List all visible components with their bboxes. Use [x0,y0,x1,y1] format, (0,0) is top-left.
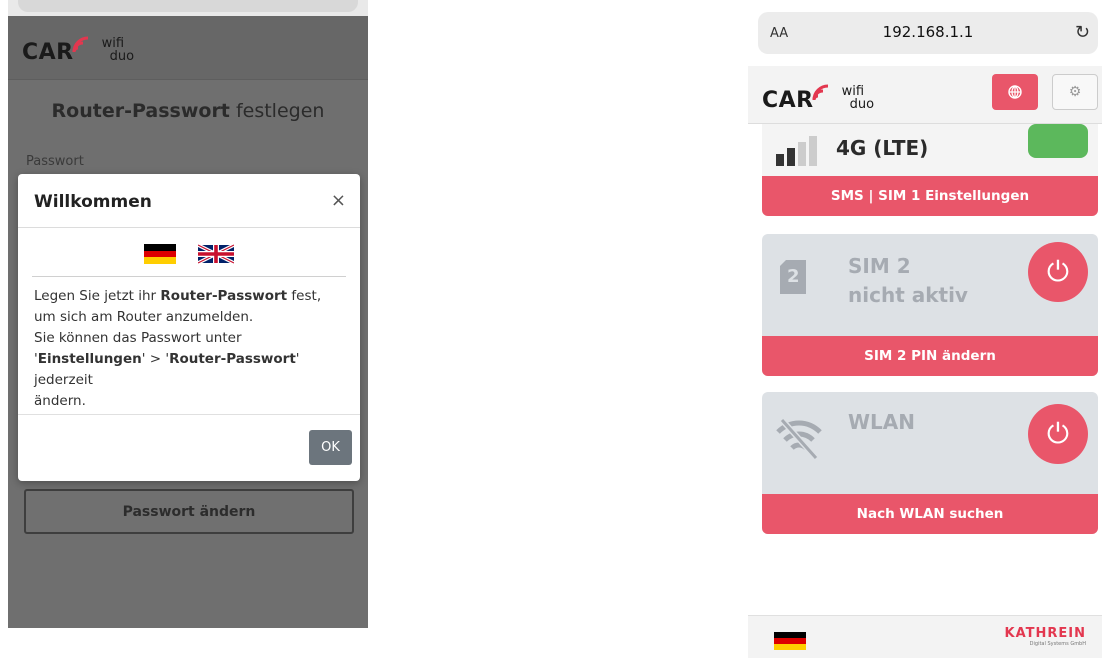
wifi-off-icon [776,417,822,461]
divider [32,276,346,277]
gear-icon: ⚙ [1068,84,1082,100]
german-flag-icon[interactable] [144,244,176,265]
divider [18,227,360,228]
browser-bar-remnant [8,0,368,16]
settings-button[interactable]: ⚙ [1052,74,1098,110]
language-button[interactable] [992,74,1038,110]
carwifi-logo: CAR wifi duo [22,36,135,65]
wlan-card: WLAN ⏻ Nach WLAN suchen [762,392,1098,534]
wlan-title: WLAN [848,410,916,434]
close-icon[interactable]: × [331,190,346,211]
language-flags [144,244,234,265]
sim-number: 2 [787,266,800,287]
sim2-power-button[interactable]: ⏻ [1028,242,1088,302]
power-icon: ⏻ [1046,255,1070,288]
url-text[interactable]: 192.168.1.1 [758,23,1098,41]
ok-button[interactable]: OK [309,430,352,465]
sim2-title: SIM 2 nicht aktiv [848,254,968,307]
uk-flag-icon[interactable] [198,244,234,264]
password-label: Passwort [26,154,84,169]
right-phone-screen: AA 192.168.1.1 ↻ 4G (LTE) SMS | SIM 1 Ei… [748,0,1102,658]
app-header: CAR wifi duo [8,16,368,80]
carwifi-logo: CAR wifi duo [762,84,875,113]
browser-address-bar[interactable]: AA 192.168.1.1 ↻ [758,12,1098,54]
sim2-pin-change-button[interactable]: SIM 2 PIN ändern [762,336,1098,376]
modal-body: Legen Sie jetzt ihr Router-Passwort fest… [34,288,322,409]
divider [18,414,360,415]
wifi-waves-icon [812,84,828,101]
wlan-power-button[interactable]: ⏻ [1028,404,1088,464]
reload-icon[interactable]: ↻ [1075,22,1090,43]
left-phone-screen: CAR wifi duo Router-Passwort festlegen Pa… [8,0,368,628]
globe-icon [1008,85,1022,99]
lte-card: 4G (LTE) SMS | SIM 1 Einstellungen [762,110,1098,216]
sms-sim1-settings-button[interactable]: SMS | SIM 1 Einstellungen [762,176,1098,216]
sim2-card: 2 SIM 2 nicht aktiv ⏻ SIM 2 PIN ändern [762,234,1098,376]
wifi-waves-icon [72,36,88,53]
app-header: CAR wifi duo ⚙ [748,66,1102,124]
signal-strength-icon [776,136,817,166]
app-footer: KATHREIN Digital Systems GmbH [748,615,1102,658]
kathrein-logo: KATHREIN Digital Systems GmbH [1004,626,1086,647]
lte-toggle[interactable] [1028,124,1088,158]
power-icon: ⏻ [1046,417,1070,450]
change-password-button[interactable]: Passwort ändern [24,489,354,534]
welcome-modal: Willkommen × Legen Sie jetzt ihr Router-… [18,174,360,481]
german-flag-icon[interactable] [774,632,806,650]
page-title: Router-Passwort festlegen [51,100,325,122]
modal-title: Willkommen [34,192,152,212]
lte-title: 4G (LTE) [836,136,929,160]
search-wlan-button[interactable]: Nach WLAN suchen [762,494,1098,534]
